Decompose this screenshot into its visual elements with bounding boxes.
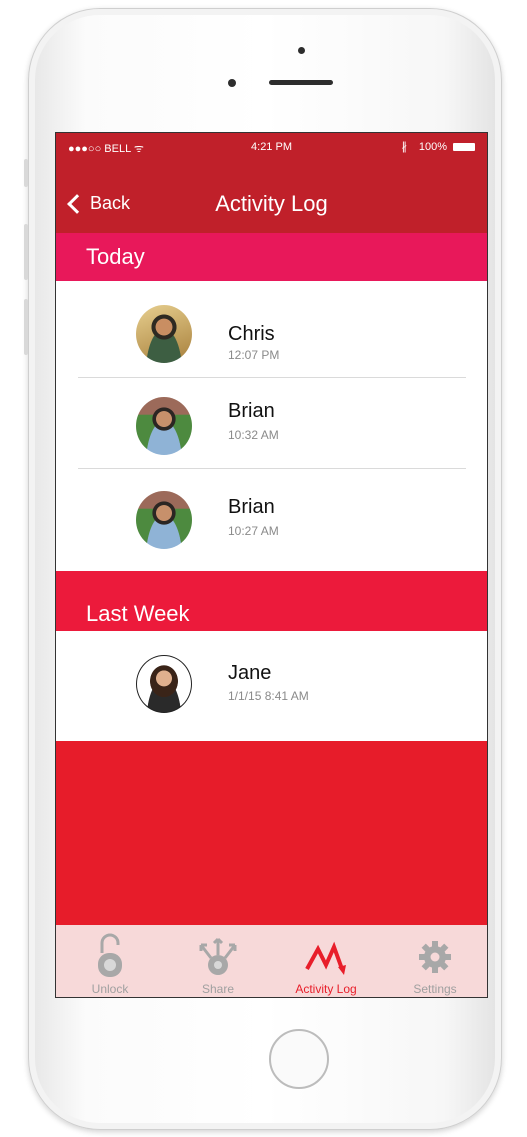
tab-label-unlock: Unlock (91, 982, 129, 996)
activity-icon (305, 941, 346, 975)
volume-down-button (24, 299, 28, 355)
section-header-last-week: Last Week (56, 571, 487, 631)
status-bar: ●●●○○ BELL ᯤ 4:21 PM ∦ 100% (56, 133, 487, 161)
app-screen: ●●●○○ BELL ᯤ 4:21 PM ∦ 100% Back Activit… (55, 132, 488, 998)
activity-list-today: Chris 12:07 PM Brian 10:32 AM Brian 10:2… (56, 281, 487, 571)
earpiece-speaker (269, 80, 333, 85)
tab-unlock[interactable]: Unlock (56, 925, 164, 997)
avatar (136, 491, 192, 549)
activity-row[interactable]: Jane 1/1/15 8:41 AM (78, 631, 466, 741)
tab-share[interactable]: Share (164, 925, 272, 997)
mute-switch (24, 159, 28, 187)
activity-row[interactable]: Brian 10:27 AM (78, 469, 466, 571)
share-icon (199, 937, 237, 975)
tab-label-share: Share (201, 982, 235, 996)
activity-row[interactable]: Chris 12:07 PM (78, 281, 466, 378)
home-button[interactable] (269, 1029, 329, 1089)
entry-time: 12:07 PM (228, 348, 280, 362)
gear-icon (419, 941, 451, 973)
entry-time: 10:32 AM (228, 428, 279, 442)
lock-icon (98, 933, 122, 977)
entry-name: Jane (228, 662, 272, 684)
entry-time: 1/1/15 8:41 AM (228, 689, 309, 703)
navigation-bar: Back Activity Log (56, 161, 487, 233)
tab-bar: Unlock Share Activity Log Settings (56, 925, 487, 997)
entry-name: Brian (228, 400, 275, 422)
page-title: Activity Log (215, 191, 328, 216)
section-header-today: Today (56, 233, 487, 281)
avatar (136, 397, 192, 455)
front-camera (298, 47, 305, 54)
tab-label-activity-log: Activity Log (295, 982, 357, 996)
entry-name: Chris (228, 323, 275, 345)
bluetooth-icon: ∦ (401, 141, 408, 153)
activity-list-last-week: Jane 1/1/15 8:41 AM (56, 631, 487, 741)
proximity-sensor (228, 79, 236, 87)
entry-time: 10:27 AM (228, 524, 279, 538)
avatar (136, 305, 192, 363)
avatar (136, 655, 192, 713)
entry-name: Brian (228, 496, 275, 518)
battery-icon (453, 143, 475, 151)
volume-up-button (24, 224, 28, 280)
tab-settings[interactable]: Settings (381, 925, 487, 997)
tab-activity-log[interactable]: Activity Log (272, 925, 380, 997)
battery-percent: 100% (418, 141, 447, 153)
activity-row[interactable]: Brian 10:32 AM (78, 378, 466, 469)
tab-label-settings: Settings (413, 982, 457, 996)
